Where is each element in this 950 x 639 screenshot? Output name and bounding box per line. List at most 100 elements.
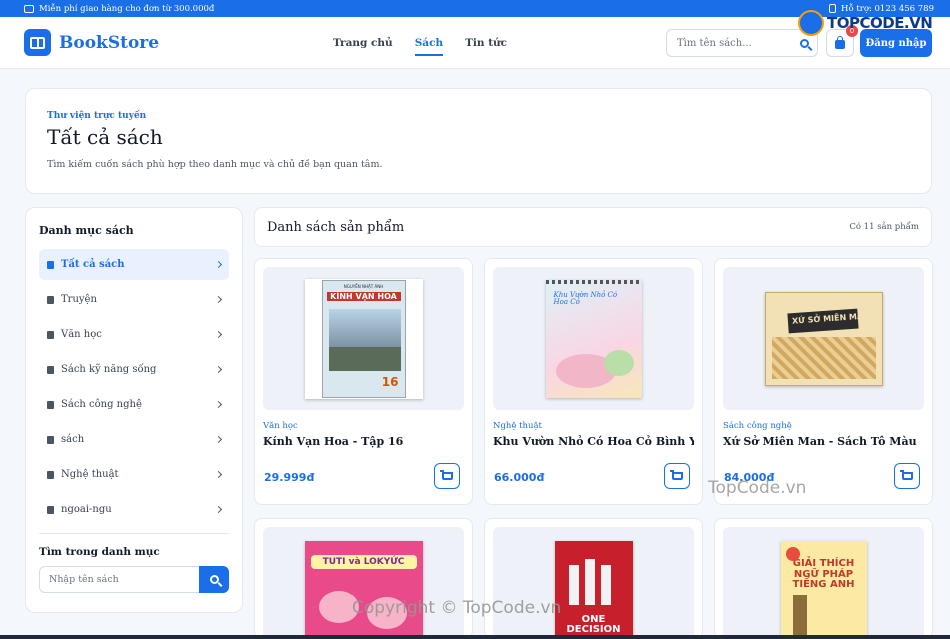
book-icon <box>47 365 54 374</box>
nav-books[interactable]: Sách <box>414 37 444 56</box>
shopping-bag-icon <box>835 36 845 49</box>
add-to-cart-button[interactable] <box>664 463 690 489</box>
add-to-cart-button[interactable] <box>434 463 460 489</box>
sidebar-item-label: Văn học <box>61 329 102 340</box>
search-icon <box>209 575 219 584</box>
search-input[interactable]: Tìm tên sách... <box>667 38 791 49</box>
page-subtitle: Tìm kiếm cuốn sách phù hợp theo danh mục… <box>47 159 383 170</box>
product-title[interactable]: Kính Vạn Hoa - Tập 16 <box>263 435 464 448</box>
sidebar-item-art[interactable]: Nghệ thuật <box>39 459 229 490</box>
category-search: Nhập tên sách <box>39 566 229 593</box>
book-cover-image: Khu Vườn Nhỏ Có Hoa Cỏ <box>545 279 642 398</box>
sidebar-item-label: ngoai-ngu <box>61 504 112 515</box>
chevron-right-icon <box>214 330 223 339</box>
chevron-right-icon <box>214 365 223 374</box>
category-sidebar: Danh mục sách Tất cả sách Truyện Văn học… <box>25 207 243 613</box>
sidebar-item-label: Nghệ thuật <box>61 469 119 480</box>
product-category[interactable]: Sách công nghệ <box>723 421 924 431</box>
sidebar-title: Danh mục sách <box>39 224 134 237</box>
sidebar-item-all-books[interactable]: Tất cả sách <box>39 249 229 280</box>
topcode-logo-text: TOPCODE.VN <box>827 14 933 32</box>
book-icon <box>47 470 54 479</box>
product-card[interactable]: NGUYỄN NHẬT ÁNH KÍNH VẠN HOA 16 Văn học … <box>254 258 473 505</box>
shipping-text: Miễn phí giao hàng cho đơn từ 300.000đ <box>39 3 215 14</box>
chevron-right-icon <box>214 505 223 514</box>
book-icon <box>47 435 54 444</box>
chevron-right-icon <box>214 295 223 304</box>
cover-title: TUTI và LOKYỨC <box>310 555 417 569</box>
product-category[interactable]: Văn học <box>263 421 464 431</box>
category-search-title: Tìm trong danh mục <box>39 546 160 558</box>
chevron-right-icon <box>214 470 223 479</box>
cover-title: ONE DECISION <box>566 614 621 635</box>
cover-title: Khu Vườn Nhỏ Có Hoa Cỏ <box>553 290 618 307</box>
sidebar-item-label: Sách kỹ năng sống <box>61 364 157 375</box>
cover-author: NGUYỄN NHẬT ÁNH <box>343 283 384 289</box>
cart-icon <box>899 470 913 480</box>
sidebar-item-technology[interactable]: Sách công nghệ <box>39 389 229 420</box>
product-category[interactable]: Nghệ thuật <box>493 421 694 431</box>
sidebar-item-label: sách <box>61 434 85 445</box>
chevron-right-icon <box>214 435 223 444</box>
product-image[interactable]: XỨ SỞ MIÊN MAN <box>723 267 924 410</box>
book-cover-image: XỨ SỞ MIÊN MAN <box>764 291 883 386</box>
cover-number: 16 <box>381 374 399 389</box>
product-list-title: Danh sách sản phẩm <box>267 219 405 235</box>
copyright-watermark: Copyright © TopCode.vn <box>352 598 562 618</box>
product-card[interactable]: XỨ SỞ MIÊN MAN Sách công nghệ Xứ Sở Miên… <box>714 258 933 505</box>
category-search-button[interactable] <box>199 566 229 593</box>
book-icon <box>47 260 54 269</box>
book-icon <box>47 505 54 514</box>
sidebar-item-label: Truyện <box>61 294 97 305</box>
watermark-text: TopCode.vn <box>708 478 807 498</box>
sidebar-item-sach[interactable]: sách <box>39 424 229 455</box>
product-list-header: Danh sách sản phẩm Có 11 sản phẩm <box>254 207 932 247</box>
sidebar-item-foreign-language[interactable]: ngoai-ngu <box>39 494 229 525</box>
main-nav: Trang chủ Sách Tin tức <box>333 17 507 69</box>
book-cover-image: GIẢI THÍCH NGỮ PHÁP TIẾNG ANH <box>780 541 867 639</box>
product-image[interactable]: GIẢI THÍCH NGỮ PHÁP TIẾNG ANH <box>723 527 924 639</box>
divider <box>39 533 229 534</box>
product-card[interactable]: TUTI và LOKYỨC <box>254 518 473 639</box>
category-search-input[interactable]: Nhập tên sách <box>39 566 199 593</box>
sidebar-item-stories[interactable]: Truyện <box>39 284 229 315</box>
book-icon <box>47 330 54 339</box>
sidebar-item-life-skills[interactable]: Sách kỹ năng sống <box>39 354 229 385</box>
nav-home[interactable]: Trang chủ <box>333 37 393 49</box>
sidebar-item-label: Tất cả sách <box>61 259 125 270</box>
product-price: 66.000đ <box>494 471 545 484</box>
page-hero: Thư viện trực tuyến Tất cả sách Tìm kiếm… <box>25 88 932 194</box>
sidebar-item-literature[interactable]: Văn học <box>39 319 229 350</box>
hero-eyebrow: Thư viện trực tuyến <box>47 111 147 121</box>
product-price: 29.999đ <box>264 471 315 484</box>
product-card[interactable]: Khu Vườn Nhỏ Có Hoa Cỏ Nghệ thuật Khu Vư… <box>484 258 703 505</box>
product-image[interactable]: ONE DECISION <box>493 527 694 639</box>
chevron-right-icon <box>214 400 223 409</box>
product-card[interactable]: ONE DECISION <box>484 518 703 639</box>
nav-news[interactable]: Tin tức <box>465 37 507 49</box>
product-title[interactable]: Khu Vườn Nhỏ Có Hoa Cỏ Bình Yên <box>493 435 694 448</box>
book-icon <box>47 400 54 409</box>
product-image[interactable]: NGUYỄN NHẬT ÁNH KÍNH VẠN HOA 16 <box>263 267 464 410</box>
product-image[interactable]: TUTI và LOKYỨC <box>263 527 464 639</box>
topcode-logo-icon <box>798 10 824 36</box>
cart-icon <box>669 470 683 480</box>
book-cover-image: NGUYỄN NHẬT ÁNH KÍNH VẠN HOA 16 <box>304 278 423 399</box>
product-image[interactable]: Khu Vườn Nhỏ Có Hoa Cỏ <box>493 267 694 410</box>
truck-icon <box>24 4 34 13</box>
brand-logo[interactable]: BookStore <box>24 29 159 56</box>
product-title[interactable]: Xứ Sở Miên Man - Sách Tô Màu <box>723 435 924 448</box>
page-title: Tất cả sách <box>47 125 163 149</box>
product-card[interactable]: GIẢI THÍCH NGỮ PHÁP TIẾNG ANH <box>714 518 933 639</box>
add-to-cart-button[interactable] <box>894 463 920 489</box>
cover-title: KÍNH VẠN HOA <box>326 291 401 301</box>
book-cover-image: ONE DECISION <box>554 541 633 639</box>
chevron-right-icon <box>214 260 223 269</box>
bottom-edge-bar <box>0 635 950 639</box>
book-icon <box>47 295 54 304</box>
sidebar-item-label: Sách công nghệ <box>61 399 142 410</box>
product-count: Có 11 sản phẩm <box>849 222 919 232</box>
book-cover-image: TUTI và LOKYỨC <box>304 541 423 639</box>
search-icon <box>799 38 809 48</box>
header-search: Tìm tên sách... <box>666 29 818 57</box>
